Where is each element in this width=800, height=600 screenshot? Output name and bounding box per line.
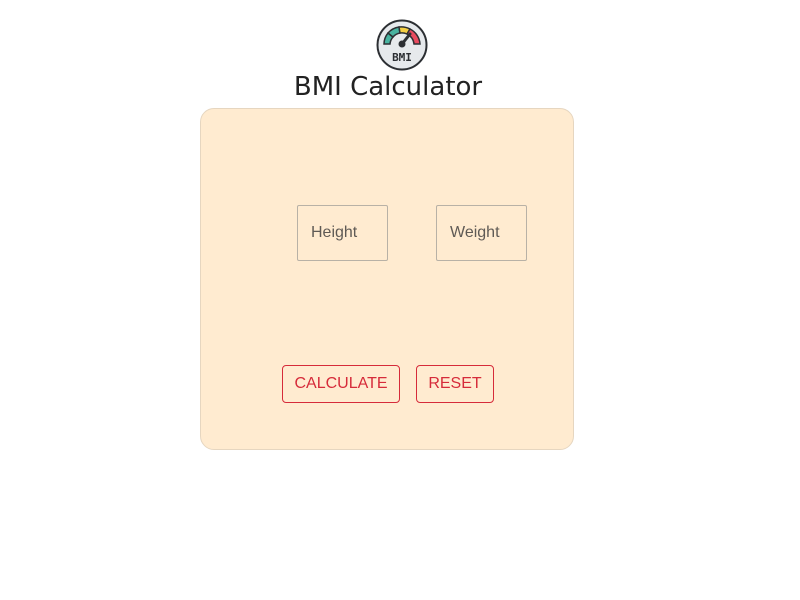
- logo-text: BMI: [392, 51, 412, 64]
- height-input[interactable]: [297, 205, 388, 261]
- page-title: BMI Calculator: [293, 72, 483, 102]
- page: BMI BMI Calculator CALCULATE RESET: [0, 0, 800, 600]
- weight-input[interactable]: [436, 205, 527, 261]
- calculator-card: CALCULATE RESET: [200, 108, 574, 450]
- calculate-button[interactable]: CALCULATE: [282, 365, 400, 403]
- reset-button[interactable]: RESET: [416, 365, 494, 403]
- speedometer-icon: BMI: [376, 19, 428, 71]
